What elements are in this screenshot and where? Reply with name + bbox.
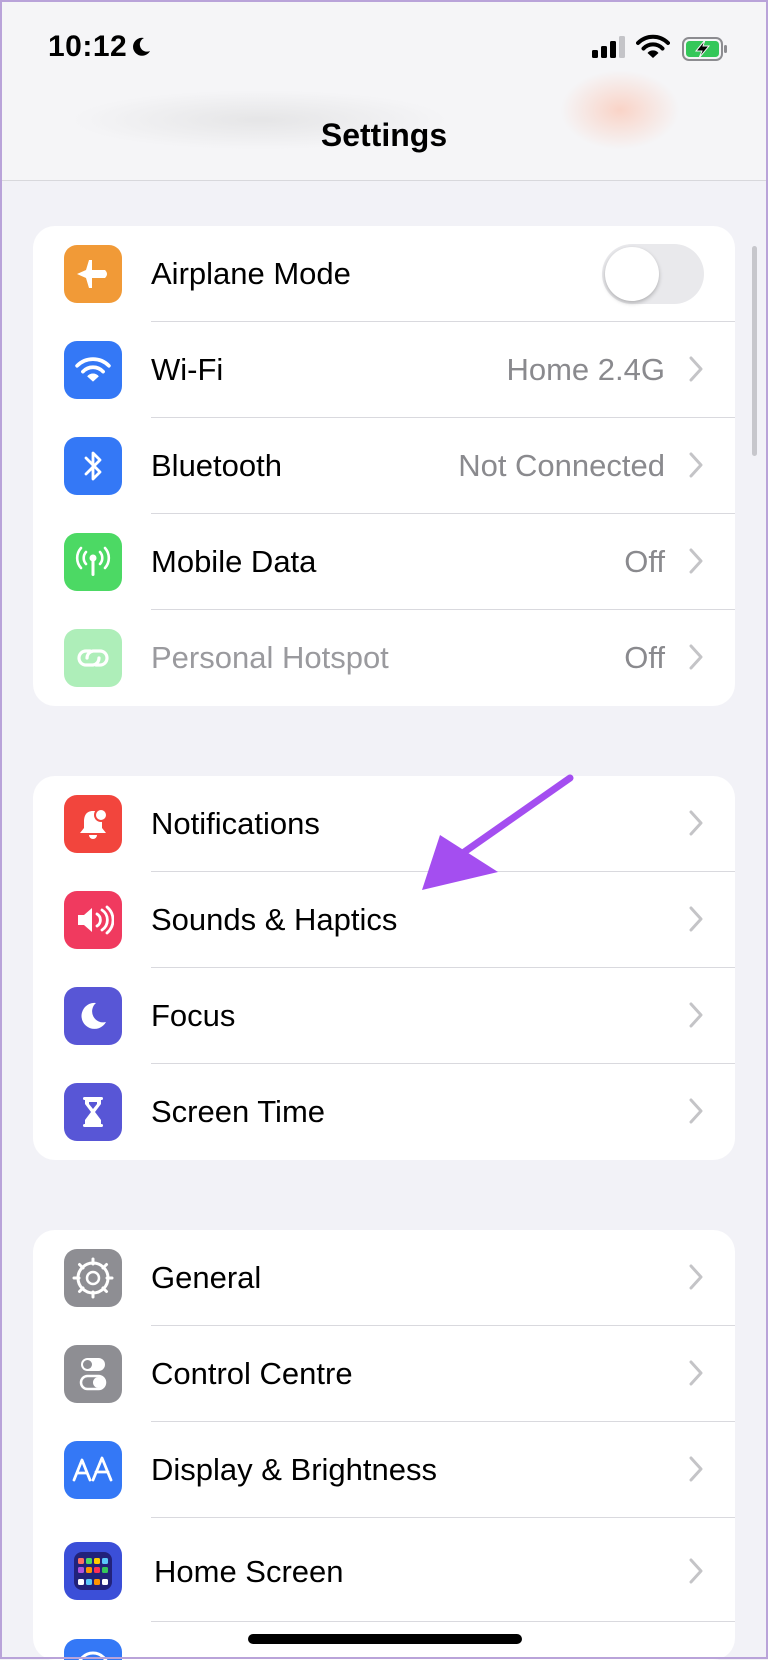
- annotation-arrow: [422, 774, 574, 890]
- home-indicator[interactable]: [248, 1634, 522, 1644]
